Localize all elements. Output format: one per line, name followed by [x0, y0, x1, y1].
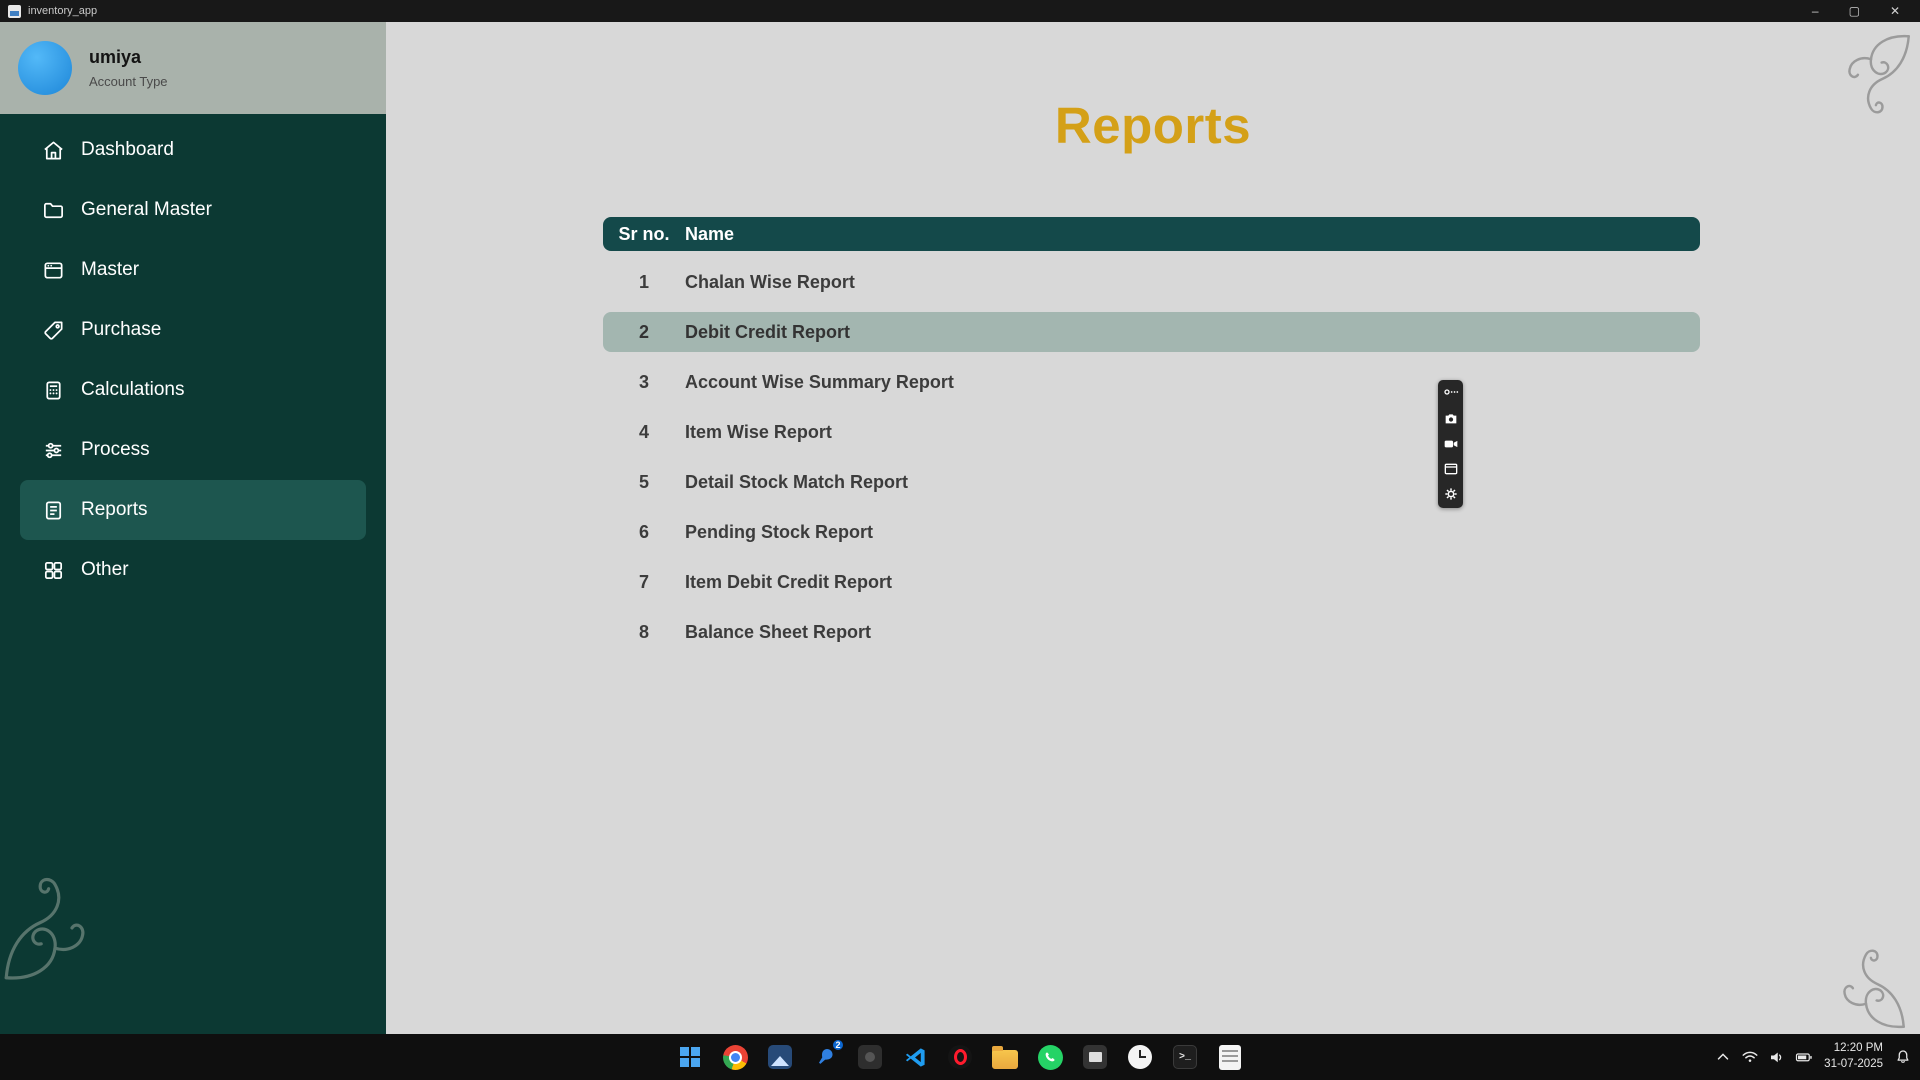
card-icon	[42, 259, 65, 282]
sliders-icon	[42, 439, 65, 462]
taskbar: 2 >_ 12:20 PM 31-07-2025	[0, 1034, 1920, 1080]
tray-time: 12:20 PM	[1824, 1041, 1883, 1057]
snipping-tool-icon[interactable]	[1081, 1043, 1109, 1071]
clock-app-icon[interactable]	[1126, 1043, 1154, 1071]
profile-section: umiya Account Type	[0, 22, 386, 114]
row-sr: 2	[603, 322, 685, 343]
gear-icon[interactable]	[1443, 486, 1459, 502]
row-sr: 4	[603, 422, 685, 443]
row-sr: 6	[603, 522, 685, 543]
table-row[interactable]: 1 Chalan Wise Report	[603, 257, 1700, 307]
row-sr: 1	[603, 272, 685, 293]
row-sr: 7	[603, 572, 685, 593]
dark-app-icon[interactable]	[856, 1043, 884, 1071]
notification-bell-icon[interactable]	[1894, 1048, 1912, 1066]
opera-icon[interactable]	[946, 1043, 974, 1071]
sidebar-item-reports[interactable]: Reports	[20, 480, 366, 540]
row-sr: 8	[603, 622, 685, 643]
profile-subtitle: Account Type	[89, 74, 168, 89]
notepad-icon[interactable]	[1216, 1043, 1244, 1071]
profile-name: umiya	[89, 47, 168, 68]
wifi-icon[interactable]	[1741, 1048, 1759, 1066]
chrome-icon[interactable]	[721, 1043, 749, 1071]
sidebar: umiya Account Type Dashboard General Mas…	[0, 22, 386, 1034]
folder-icon	[42, 199, 65, 222]
system-tray: 12:20 PM 31-07-2025	[1714, 1034, 1912, 1080]
table-row[interactable]: 5 Detail Stock Match Report	[603, 457, 1700, 507]
table-body: 1 Chalan Wise Report 2 Debit Credit Repo…	[603, 257, 1700, 657]
sidebar-item-label: Calculations	[81, 379, 185, 401]
link-ellipsis-icon[interactable]	[1443, 386, 1459, 402]
sidebar-item-process[interactable]: Process	[20, 420, 366, 480]
home-icon	[42, 139, 65, 162]
header-sr-no: Sr no.	[603, 224, 685, 245]
sidebar-item-dashboard[interactable]: Dashboard	[20, 120, 366, 180]
row-name: Chalan Wise Report	[685, 272, 1700, 293]
window-title: inventory_app	[28, 5, 97, 17]
sidebar-item-label: General Master	[81, 199, 212, 221]
calculator-icon	[42, 379, 65, 402]
terminal-icon[interactable]: >_	[1171, 1043, 1199, 1071]
window-icon[interactable]	[1443, 461, 1459, 477]
sidebar-item-label: Master	[81, 259, 139, 281]
sidebar-menu: Dashboard General Master Master Purchase…	[0, 114, 386, 600]
row-name: Pending Stock Report	[685, 522, 1700, 543]
sidebar-item-general-master[interactable]: General Master	[20, 180, 366, 240]
camera-icon[interactable]	[1443, 411, 1459, 427]
window-titlebar: inventory_app – ▢ ✕	[0, 0, 1920, 22]
report-icon	[42, 499, 65, 522]
sidebar-item-label: Process	[81, 439, 150, 461]
row-name: Item Wise Report	[685, 422, 1700, 443]
row-sr: 3	[603, 372, 685, 393]
row-sr: 5	[603, 472, 685, 493]
maximize-button[interactable]: ▢	[1849, 0, 1860, 22]
table-row[interactable]: 3 Account Wise Summary Report	[603, 357, 1700, 407]
app-icon	[8, 5, 21, 18]
tray-clock[interactable]: 12:20 PM 31-07-2025	[1824, 1041, 1883, 1072]
row-name: Detail Stock Match Report	[685, 472, 1700, 493]
windows-logo-icon	[680, 1047, 700, 1067]
row-name: Item Debit Credit Report	[685, 572, 1700, 593]
main-content: Reports Sr no. Name 1 Chalan Wise Report…	[386, 22, 1920, 1034]
whatsapp-icon[interactable]	[1036, 1043, 1064, 1071]
minimize-button[interactable]: –	[1812, 0, 1819, 22]
table-row[interactable]: 8 Balance Sheet Report	[603, 607, 1700, 657]
chevron-up-icon[interactable]	[1714, 1048, 1732, 1066]
avatar	[18, 41, 72, 95]
close-button[interactable]: ✕	[1890, 0, 1900, 22]
capture-toolbar	[1438, 380, 1463, 508]
start-button[interactable]	[676, 1043, 704, 1071]
row-name: Debit Credit Report	[685, 322, 1700, 343]
table-row[interactable]: 6 Pending Stock Report	[603, 507, 1700, 557]
battery-icon[interactable]	[1795, 1048, 1813, 1066]
sidebar-item-label: Other	[81, 559, 129, 581]
volume-icon[interactable]	[1768, 1048, 1786, 1066]
tray-date: 31-07-2025	[1824, 1057, 1883, 1073]
video-camera-icon[interactable]	[1443, 436, 1459, 452]
sidebar-item-label: Purchase	[81, 319, 161, 341]
table-row[interactable]: 7 Item Debit Credit Report	[603, 557, 1700, 607]
sidebar-item-master[interactable]: Master	[20, 240, 366, 300]
pinned-app-icon[interactable]: 2	[811, 1043, 839, 1071]
flourish-ornament-bottom-left	[2, 876, 108, 982]
table-row-selected[interactable]: 2 Debit Credit Report	[603, 312, 1700, 352]
sidebar-item-label: Reports	[81, 499, 148, 521]
row-name: Balance Sheet Report	[685, 622, 1700, 643]
reports-table: Sr no. Name 1 Chalan Wise Report 2 Debit…	[603, 217, 1700, 657]
table-row[interactable]: 4 Item Wise Report	[603, 407, 1700, 457]
sidebar-item-other[interactable]: Other	[20, 540, 366, 600]
photos-icon[interactable]	[766, 1043, 794, 1071]
sidebar-item-label: Dashboard	[81, 139, 174, 161]
row-name: Account Wise Summary Report	[685, 372, 1700, 393]
vscode-icon[interactable]	[901, 1043, 929, 1071]
header-name: Name	[685, 224, 1700, 245]
page-title: Reports	[386, 96, 1920, 155]
grid-icon	[42, 559, 65, 582]
tag-icon	[42, 319, 65, 342]
file-explorer-icon[interactable]	[991, 1043, 1019, 1071]
sidebar-item-purchase[interactable]: Purchase	[20, 300, 366, 360]
table-header-row: Sr no. Name	[603, 217, 1700, 251]
notification-badge: 2	[831, 1038, 845, 1052]
sidebar-item-calculations[interactable]: Calculations	[20, 360, 366, 420]
